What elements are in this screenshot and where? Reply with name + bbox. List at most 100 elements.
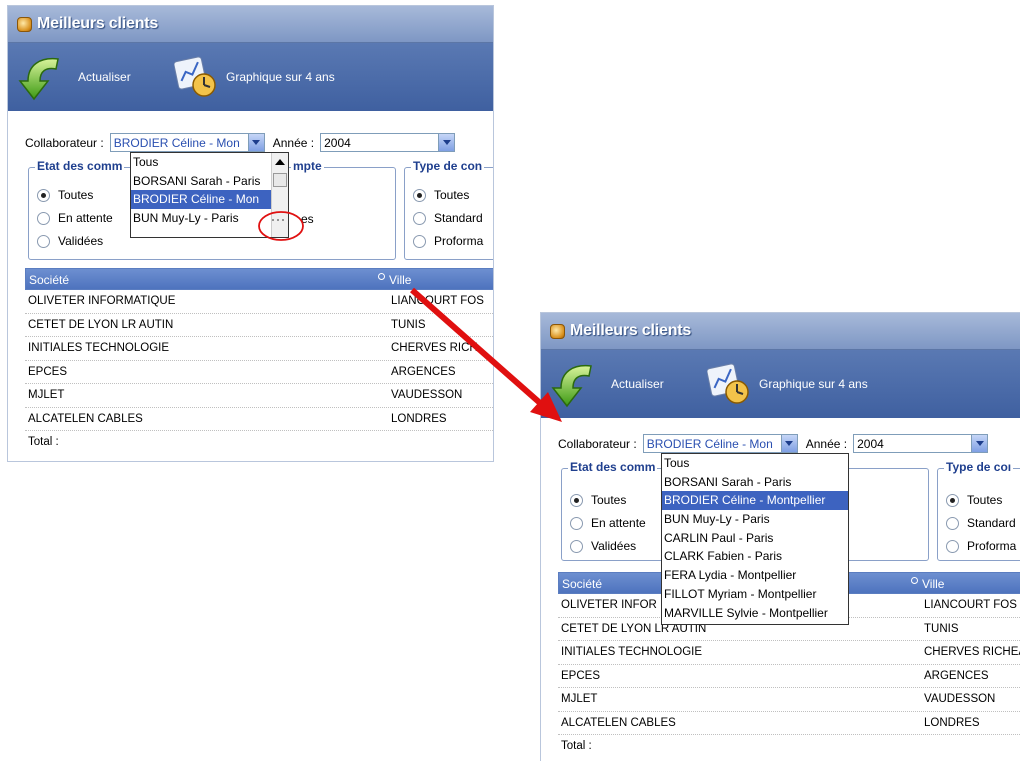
collaborateur-combo[interactable]: BRODIER Céline - Mon bbox=[109, 133, 265, 152]
type-radio-standard[interactable]: Standard bbox=[413, 211, 483, 225]
table-row[interactable]: INITIALES TECHNOLOGIE CHERVES RICH bbox=[25, 337, 493, 361]
annee-combo[interactable]: 2004 bbox=[320, 133, 456, 152]
chevron-down-icon[interactable] bbox=[780, 435, 797, 452]
list-item[interactable]: FERA Lydia - Montpellier bbox=[662, 566, 848, 585]
grid-header: Société Ville bbox=[25, 268, 493, 290]
radio-icon bbox=[37, 188, 50, 202]
radio-icon bbox=[37, 234, 50, 248]
list-item[interactable]: BUN Muy-Ly - Paris bbox=[662, 510, 848, 529]
type-radio-toutes[interactable]: Toutes bbox=[946, 493, 1002, 507]
table-row[interactable]: INITIALES TECHNOLOGIE CHERVES RICHEA bbox=[558, 641, 1020, 665]
annee-value: 2004 bbox=[857, 436, 884, 451]
table-row[interactable]: CETET DE LYON LR AUTIN TUNIS bbox=[25, 314, 493, 337]
list-item[interactable]: CLARK Fabien - Paris bbox=[662, 547, 848, 566]
col-ville[interactable]: Ville bbox=[389, 273, 411, 287]
table-row[interactable]: OLIVETER INFORMATIQUE LIANCOURT FOS bbox=[25, 290, 493, 314]
refresh-arrow-icon bbox=[18, 57, 59, 101]
table-row[interactable]: MJLET VAUDESSON bbox=[558, 688, 1020, 712]
annee-value: 2004 bbox=[324, 135, 351, 150]
list-item[interactable]: FILLOT Myriam - Montpellier bbox=[662, 585, 848, 604]
etat-radio-validees[interactable]: Validées bbox=[570, 539, 636, 553]
table-row[interactable]: EPCES ARGENCES bbox=[25, 361, 493, 384]
radio-label: Standard bbox=[967, 516, 1016, 530]
type-group: Type de coı Toutes Standard Proforma bbox=[937, 460, 1020, 561]
radio-icon bbox=[37, 211, 50, 225]
etat-radio-validees[interactable]: Validées bbox=[37, 234, 103, 248]
etat-title: Etat des comm bbox=[35, 159, 125, 173]
collaborateur-dropdown-list[interactable]: Tous BORSANI Sarah - Paris BRODIER Célin… bbox=[661, 453, 849, 625]
radio-label: En attente bbox=[58, 211, 113, 225]
box-icon bbox=[17, 17, 32, 32]
radio-label: Proforma bbox=[967, 539, 1017, 553]
search-icon[interactable] bbox=[911, 577, 918, 584]
list-item[interactable]: CARLIN Paul - Paris bbox=[662, 529, 848, 548]
type-radio-standard[interactable]: Standard bbox=[946, 516, 1016, 530]
scroll-thumb[interactable] bbox=[273, 173, 287, 187]
refresh-button[interactable]: Actualiser bbox=[551, 358, 664, 410]
refresh-label: Actualiser bbox=[611, 377, 664, 391]
search-icon[interactable] bbox=[378, 273, 385, 280]
radio-icon bbox=[413, 211, 426, 225]
etat-radio-toutes[interactable]: Toutes bbox=[37, 188, 93, 202]
title-bar: Meilleurs clients bbox=[8, 6, 493, 43]
annotation-circle-icon bbox=[258, 211, 304, 241]
etat-title-tail: mpte bbox=[291, 159, 324, 173]
collaborateur-combo[interactable]: BRODIER Céline - Mon bbox=[642, 434, 798, 453]
radio-label: Standard bbox=[434, 211, 483, 225]
etat-radio-attente[interactable]: En attente bbox=[37, 211, 113, 225]
refresh-label: Actualiser bbox=[78, 70, 131, 84]
list-item[interactable]: BORSANI Sarah - Paris bbox=[662, 473, 848, 492]
radio-icon bbox=[570, 493, 583, 507]
chart-button[interactable]: Graphique sur 4 ans bbox=[707, 362, 868, 406]
chart-button[interactable]: Graphique sur 4 ans bbox=[174, 55, 335, 99]
table-row[interactable]: ALCATELEN CABLES LONDRES bbox=[558, 712, 1020, 735]
window-title: Meilleurs clients bbox=[37, 15, 159, 32]
type-radio-toutes[interactable]: Toutes bbox=[413, 188, 469, 202]
chevron-down-icon[interactable] bbox=[247, 134, 264, 151]
radio-label: Toutes bbox=[434, 188, 470, 202]
annee-combo[interactable]: 2004 bbox=[853, 434, 989, 453]
window-title: Meilleurs clients bbox=[570, 322, 692, 339]
title-bar: Meilleurs clients bbox=[541, 313, 1020, 350]
table-row[interactable]: MJLET VAUDESSON bbox=[25, 384, 493, 408]
radio-icon bbox=[570, 516, 583, 530]
type-title: Type de coı bbox=[944, 460, 1014, 474]
chart-label: Graphique sur 4 ans bbox=[226, 70, 335, 84]
list-item-selected[interactable]: BRODIER Céline - Montpellier bbox=[662, 491, 848, 511]
chart-clock-icon bbox=[174, 56, 216, 97]
list-item[interactable]: BORSANI Sarah - Paris bbox=[131, 172, 288, 191]
annee-label: Année : bbox=[272, 135, 315, 150]
radio-label: En attente bbox=[591, 516, 646, 530]
collaborateur-label: Collaborateur : bbox=[558, 436, 637, 451]
form-area: Collaborateur : BRODIER Céline - Mon Ann… bbox=[8, 111, 493, 461]
type-radio-proforma[interactable]: Proforma bbox=[413, 234, 483, 248]
window-before: Meilleurs clients Actualiser Graphique s… bbox=[7, 5, 494, 462]
etat-title: Etat des comm bbox=[568, 460, 658, 474]
radio-label: Validées bbox=[591, 539, 637, 553]
scroll-up-icon[interactable] bbox=[275, 159, 285, 165]
toolbar: Actualiser Graphique sur 4 ans bbox=[8, 43, 493, 111]
chevron-down-icon[interactable] bbox=[438, 134, 455, 151]
clients-grid: Société Ville OLIVETER INFORMATIQUE LIANC… bbox=[25, 268, 493, 455]
col-societe[interactable]: Société bbox=[29, 273, 69, 287]
list-item[interactable]: Tous bbox=[131, 153, 288, 172]
window-after: Meilleurs clients Actualiser Graphique s… bbox=[540, 312, 1020, 761]
list-item[interactable]: MARVILLE Sylvie - Montpellier bbox=[662, 604, 848, 623]
table-row[interactable]: EPCES ARGENCES bbox=[558, 665, 1020, 688]
list-item[interactable]: Tous bbox=[662, 454, 848, 473]
radio-icon bbox=[413, 188, 426, 202]
chevron-down-icon[interactable] bbox=[971, 435, 988, 452]
etat-radio-attente[interactable]: En attente bbox=[570, 516, 646, 530]
refresh-button[interactable]: Actualiser bbox=[18, 51, 131, 103]
chart-clock-icon bbox=[707, 363, 749, 404]
annee-label: Année : bbox=[805, 436, 848, 451]
type-group: Type de con Toutes Standard Proforma bbox=[404, 159, 493, 260]
form-area: Collaborateur : BRODIER Céline - Mon Ann… bbox=[541, 418, 1020, 761]
radio-label: Validées bbox=[58, 234, 104, 248]
col-ville[interactable]: Ville bbox=[922, 577, 944, 591]
table-row[interactable]: ALCATELEN CABLES LONDRES bbox=[25, 408, 493, 431]
collaborateur-label: Collaborateur : bbox=[25, 135, 104, 150]
etat-radio-toutes[interactable]: Toutes bbox=[570, 493, 626, 507]
col-societe[interactable]: Société bbox=[562, 577, 602, 591]
type-radio-proforma[interactable]: Proforma bbox=[946, 539, 1016, 553]
